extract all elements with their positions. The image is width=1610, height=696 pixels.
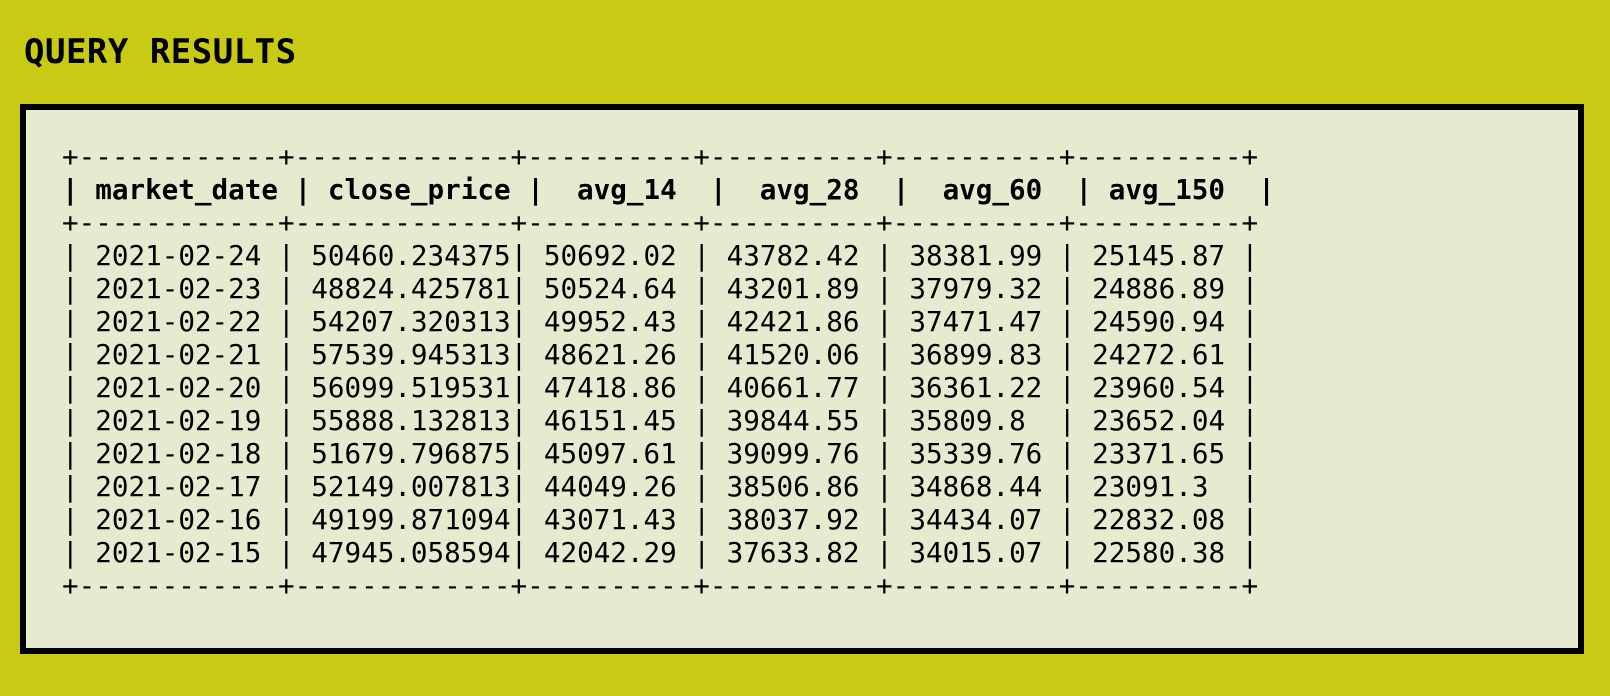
table-cell-avg-60: 34434.07: [909, 503, 1043, 536]
table-cell-market-date: 2021-02-16: [95, 503, 262, 536]
table-cell-close-price: 50460.234375: [311, 239, 511, 272]
results-panel: +------------+-------------+----------+-…: [20, 104, 1584, 654]
table-row: | 2021-02-17 | 52149.007813| 44049.26 | …: [62, 470, 1259, 503]
table-cell-close-price: 54207.320313: [311, 305, 511, 338]
table-border-top: +------------+-------------+----------+-…: [62, 140, 1259, 173]
table-cell-avg-60: 36361.22: [909, 371, 1043, 404]
table-cell-avg-28: 38037.92: [726, 503, 860, 536]
column-header-avg-14: avg_14: [577, 173, 677, 206]
table-cell-market-date: 2021-02-21: [95, 338, 262, 371]
table-row: | 2021-02-18 | 51679.796875| 45097.61 | …: [62, 437, 1259, 470]
table-row: | 2021-02-20 | 56099.519531| 47418.86 | …: [62, 371, 1259, 404]
column-header-avg-150: avg_150: [1108, 173, 1225, 206]
table-cell-avg-150: 23371.65: [1092, 437, 1226, 470]
table-cell-avg-150: 22832.08: [1092, 503, 1226, 536]
table-cell-avg-28: 38506.86: [726, 470, 860, 503]
table-cell-close-price: 57539.945313: [311, 338, 511, 371]
column-header-market-date: market_date: [95, 173, 278, 206]
table-cell-avg-60: 37979.32: [909, 272, 1043, 305]
table-cell-avg-28: 40661.77: [726, 371, 860, 404]
table-cell-avg-14: 49952.43: [543, 305, 677, 338]
table-cell-market-date: 2021-02-18: [95, 437, 262, 470]
table-border-bottom: +------------+-------------+----------+-…: [62, 569, 1259, 602]
table-cell-market-date: 2021-02-20: [95, 371, 262, 404]
table-cell-avg-150: 23652.04: [1092, 404, 1226, 437]
table-cell-avg-150: 23091.3: [1092, 470, 1209, 503]
table-cell-avg-14: 47418.86: [543, 371, 677, 404]
table-cell-avg-60: 38381.99: [909, 239, 1043, 272]
table-cell-avg-28: 43201.89: [726, 272, 860, 305]
table-cell-avg-28: 43782.42: [726, 239, 860, 272]
table-cell-avg-60: 35809.8: [909, 404, 1026, 437]
table-cell-avg-60: 34868.44: [909, 470, 1043, 503]
table-row: | 2021-02-21 | 57539.945313| 48621.26 | …: [62, 338, 1259, 371]
table-cell-avg-28: 37633.82: [726, 536, 860, 569]
table-cell-avg-150: 25145.87: [1092, 239, 1226, 272]
table-cell-avg-14: 42042.29: [543, 536, 677, 569]
table-cell-avg-28: 42421.86: [726, 305, 860, 338]
table-cell-close-price: 48824.425781: [311, 272, 511, 305]
table-cell-market-date: 2021-02-15: [95, 536, 262, 569]
table-cell-avg-60: 35339.76: [909, 437, 1043, 470]
table-body: | 2021-02-24 | 50460.234375| 50692.02 | …: [62, 239, 1275, 569]
table-cell-avg-28: 39844.55: [726, 404, 860, 437]
table-cell-avg-14: 44049.26: [543, 470, 677, 503]
table-cell-avg-14: 50524.64: [543, 272, 677, 305]
table-cell-market-date: 2021-02-19: [95, 404, 262, 437]
results-table: +------------+-------------+----------+-…: [62, 140, 1275, 602]
table-cell-avg-14: 46151.45: [543, 404, 677, 437]
table-cell-avg-60: 36899.83: [909, 338, 1043, 371]
column-header-avg-28: avg_28: [759, 173, 860, 206]
table-row: | 2021-02-15 | 47945.058594| 42042.29 | …: [62, 536, 1259, 569]
table-header-row: | market_date | close_price | avg_14 | a…: [62, 173, 1275, 206]
table-cell-close-price: 52149.007813: [311, 470, 511, 503]
table-row: | 2021-02-16 | 49199.871094| 43071.43 | …: [62, 503, 1259, 536]
table-cell-close-price: 55888.132813: [311, 404, 511, 437]
table-cell-market-date: 2021-02-17: [95, 470, 262, 503]
table-row: | 2021-02-19 | 55888.132813| 46151.45 | …: [62, 404, 1259, 437]
table-row: | 2021-02-24 | 50460.234375| 50692.02 | …: [62, 239, 1259, 272]
table-cell-close-price: 51679.796875: [311, 437, 511, 470]
table-cell-market-date: 2021-02-23: [95, 272, 262, 305]
table-cell-market-date: 2021-02-24: [95, 239, 262, 272]
table-row: | 2021-02-22 | 54207.320313| 49952.43 | …: [62, 305, 1259, 338]
table-cell-avg-150: 23960.54: [1092, 371, 1226, 404]
table-border-header: +------------+-------------+----------+-…: [62, 206, 1259, 239]
page-title: QUERY RESULTS: [24, 32, 297, 72]
table-cell-avg-60: 34015.07: [909, 536, 1043, 569]
table-cell-avg-14: 43071.43: [543, 503, 677, 536]
table-cell-avg-28: 39099.76: [726, 437, 860, 470]
table-cell-avg-28: 41520.06: [726, 338, 860, 371]
table-cell-avg-14: 50692.02: [543, 239, 677, 272]
table-cell-close-price: 49199.871094: [311, 503, 511, 536]
table-cell-avg-150: 24886.89: [1092, 272, 1226, 305]
table-cell-avg-14: 45097.61: [543, 437, 677, 470]
table-cell-avg-150: 22580.38: [1092, 536, 1226, 569]
column-header-avg-60: avg_60: [942, 173, 1043, 206]
table-cell-market-date: 2021-02-22: [95, 305, 262, 338]
table-cell-avg-150: 24590.94: [1092, 305, 1226, 338]
table-cell-avg-14: 48621.26: [543, 338, 677, 371]
table-cell-avg-150: 24272.61: [1092, 338, 1226, 371]
table-row: | 2021-02-23 | 48824.425781| 50524.64 | …: [62, 272, 1259, 305]
table-cell-close-price: 47945.058594: [311, 536, 511, 569]
column-header-close-price: close_price: [327, 173, 511, 206]
table-cell-close-price: 56099.519531: [311, 371, 511, 404]
table-cell-avg-60: 37471.47: [909, 305, 1043, 338]
